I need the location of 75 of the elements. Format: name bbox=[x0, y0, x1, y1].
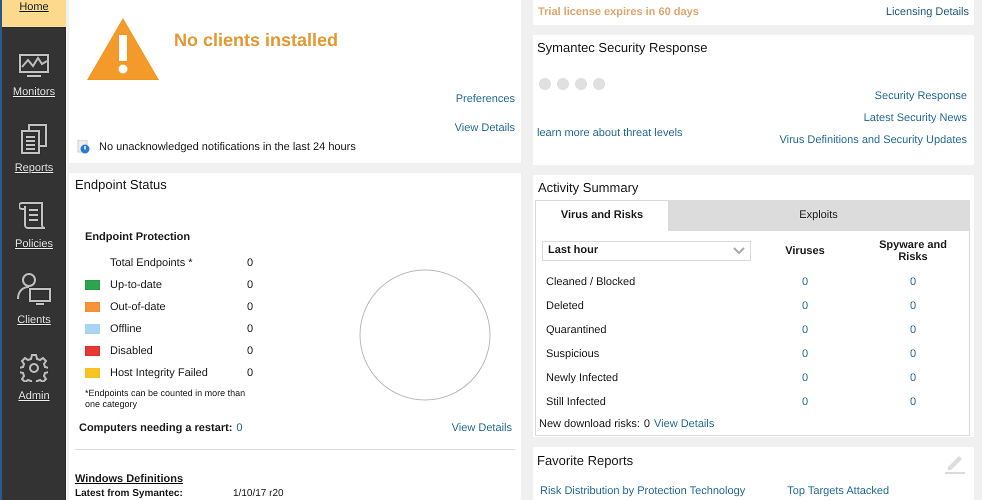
status-message: No clients installed bbox=[174, 29, 338, 52]
panel-title: Endpoint Status bbox=[75, 176, 168, 194]
link[interactable]: Latest Security News bbox=[864, 110, 967, 126]
column-header: Viruses bbox=[785, 244, 825, 256]
legend-count: 0 bbox=[247, 300, 254, 315]
count-link[interactable]: 0 bbox=[751, 346, 859, 363]
license-text: Trial license expires in 60 days bbox=[538, 5, 699, 20]
report-link[interactable]: Top Targets Attacked bbox=[787, 482, 890, 499]
section-heading: Windows Definitions bbox=[75, 472, 184, 486]
restart-label: Computers needing a restart: bbox=[79, 421, 232, 436]
legend-count: 0 bbox=[247, 278, 254, 293]
notification-text: No unacknowledged notifications in the last 24 hours bbox=[99, 140, 356, 155]
count-link[interactable]: 0 bbox=[859, 394, 967, 411]
nav-item[interactable]: Clients bbox=[2, 255, 66, 331]
legend-count: 0 bbox=[247, 366, 254, 381]
download-risks-count: 0 bbox=[644, 417, 650, 432]
count-link[interactable]: 0 bbox=[859, 346, 967, 363]
count-link[interactable]: 0 bbox=[751, 274, 859, 291]
legend-label: Offline bbox=[110, 322, 143, 337]
link[interactable]: View Details bbox=[654, 416, 714, 433]
nav-item[interactable]: Admin bbox=[2, 331, 66, 407]
row-label: Deleted bbox=[545, 299, 585, 314]
count-link[interactable]: 0 bbox=[751, 298, 859, 315]
nav-item[interactable]: Reports bbox=[2, 103, 66, 179]
row-label: Quarantined bbox=[545, 323, 608, 338]
row-label: Cleaned / Blocked bbox=[545, 275, 636, 290]
tab[interactable]: Exploits bbox=[668, 200, 969, 230]
count-link[interactable]: 0 bbox=[859, 370, 967, 387]
nav-item[interactable]: Monitors bbox=[2, 27, 66, 103]
panel-title: Symantec Security Response bbox=[537, 39, 709, 57]
definition-value: 1/10/17 r20 bbox=[233, 488, 284, 500]
documents-icon bbox=[21, 124, 47, 154]
legend-count: 0 bbox=[247, 344, 254, 359]
legend-label: Up-to-date bbox=[110, 278, 163, 293]
panel-title: Activity Summary bbox=[537, 179, 640, 197]
legend-label: Total Endpoints * bbox=[110, 256, 194, 271]
chevron-down-icon bbox=[733, 246, 745, 254]
footnote: *Endpoints can be counted in more than one category bbox=[85, 388, 246, 410]
row-label: Newly Infected bbox=[545, 371, 620, 386]
column-header: Spyware and Risks bbox=[878, 238, 948, 262]
nav-item[interactable]: Home bbox=[2, 0, 66, 27]
count-link[interactable]: 0 bbox=[751, 394, 859, 411]
count-link[interactable]: 0 bbox=[859, 322, 967, 339]
panel-title: Favorite Reports bbox=[537, 452, 634, 470]
link[interactable]: Security Response bbox=[874, 88, 967, 104]
period-dropdown[interactable]: Last hour bbox=[542, 240, 751, 260]
link[interactable]: Preferences bbox=[456, 91, 515, 108]
link[interactable]: Virus Definitions and Security Updates bbox=[779, 132, 967, 148]
legend-count: 0 bbox=[247, 256, 254, 271]
report-link[interactable]: Risk Distribution by Protection Technology bbox=[540, 482, 746, 499]
definition-label: Latest from Symantec: bbox=[75, 488, 184, 500]
section-heading: Endpoint Protection bbox=[85, 230, 192, 244]
count-link[interactable]: 0 bbox=[859, 298, 967, 315]
licensing-link[interactable]: Licensing Details bbox=[886, 4, 969, 21]
link[interactable]: learn more about threat levels bbox=[537, 125, 683, 142]
link[interactable]: View Details bbox=[452, 420, 515, 436]
legend-label: Disabled bbox=[110, 344, 154, 359]
row-label: Suspicious bbox=[545, 347, 600, 362]
count-link[interactable]: 0 bbox=[751, 322, 859, 339]
info-icon bbox=[77, 140, 91, 154]
count-link[interactable]: 0 bbox=[859, 274, 967, 291]
gear-icon bbox=[20, 354, 48, 382]
nav-item[interactable]: Policies bbox=[2, 179, 66, 255]
legend-label: Host Integrity Failed bbox=[110, 366, 209, 381]
monitor-chart-icon bbox=[19, 54, 49, 78]
user-computer-icon bbox=[17, 272, 51, 306]
legend-count: 0 bbox=[247, 322, 254, 337]
row-label: Still Infected bbox=[545, 395, 607, 410]
link[interactable]: View Details bbox=[454, 120, 515, 136]
count-link[interactable]: 0 bbox=[751, 370, 859, 387]
restart-count-link[interactable]: 0 bbox=[236, 420, 243, 436]
legend-label: Out-of-date bbox=[110, 300, 167, 315]
warning-icon bbox=[86, 17, 160, 81]
threat-level-drawing bbox=[539, 78, 605, 90]
download-risks-label: New download risks: bbox=[539, 417, 640, 432]
